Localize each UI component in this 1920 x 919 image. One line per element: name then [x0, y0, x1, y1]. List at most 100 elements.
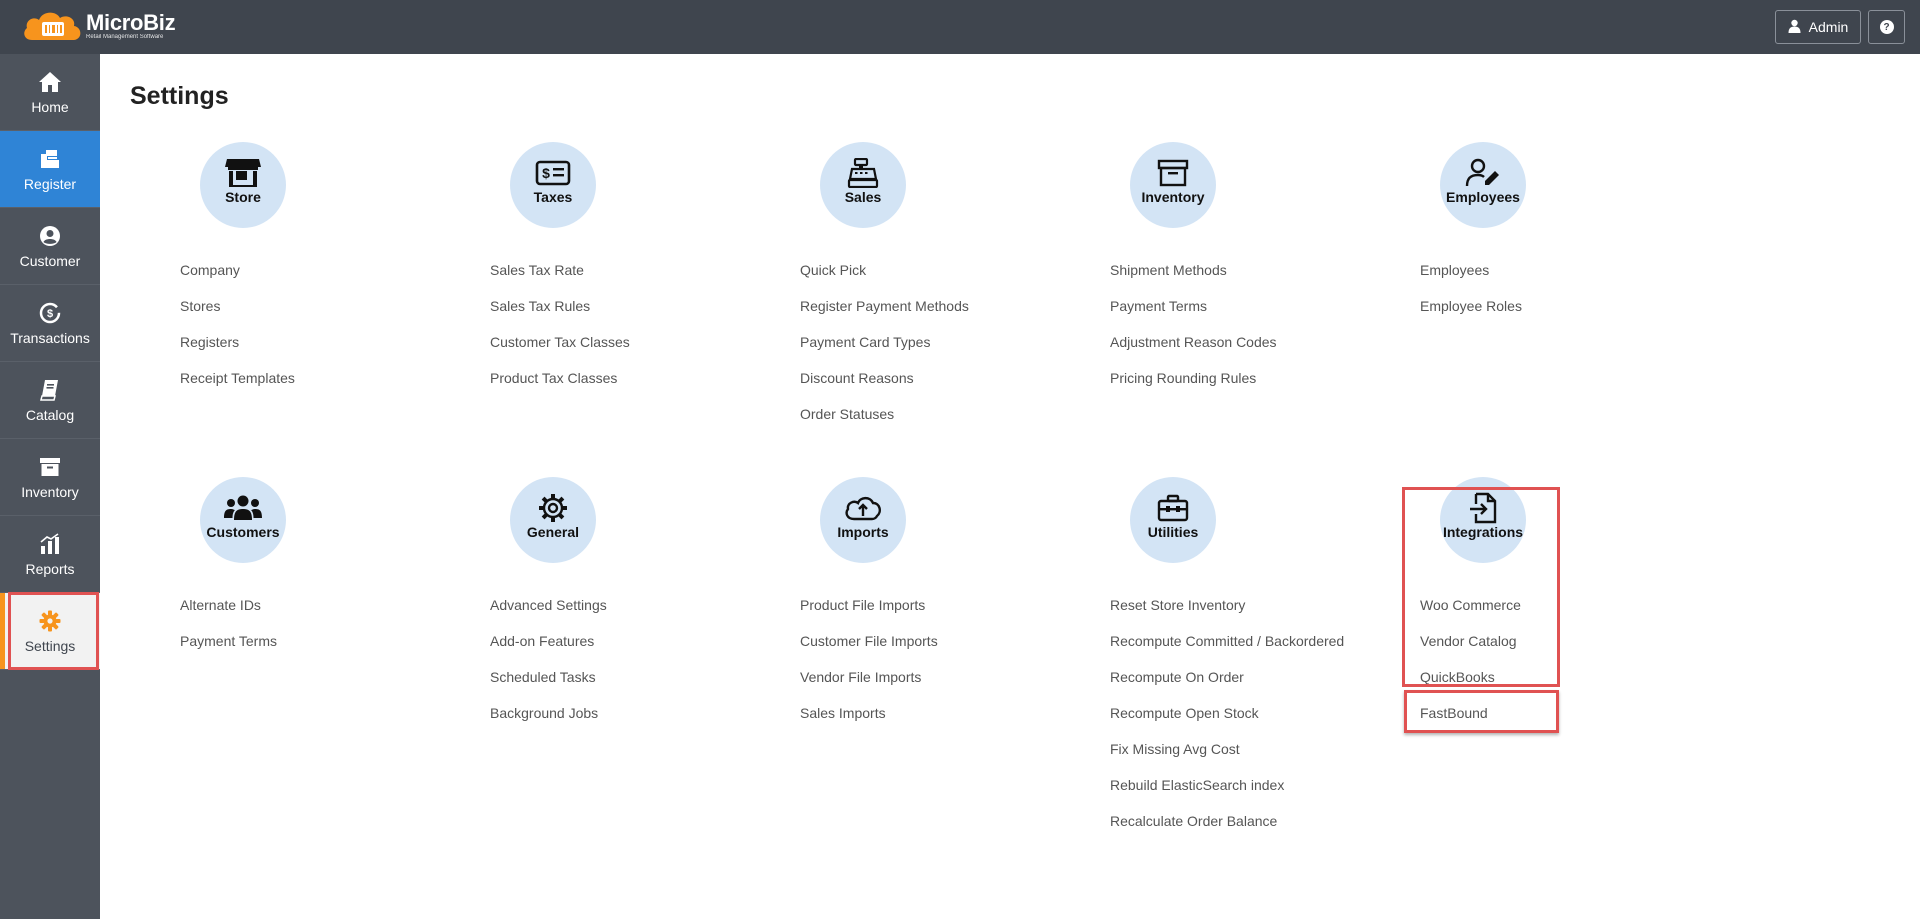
- user-edit-icon: [1463, 158, 1503, 188]
- users-group-icon: [223, 493, 263, 523]
- link-sales-tax-rules[interactable]: Sales Tax Rules: [490, 298, 630, 334]
- sidebar-item-settings[interactable]: Settings: [0, 593, 100, 670]
- link-register-payment-methods[interactable]: Register Payment Methods: [800, 298, 969, 334]
- sidebar-item-label: Catalog: [25, 407, 75, 423]
- link-recompute-open-stock[interactable]: Recompute Open Stock: [1110, 705, 1344, 741]
- taxes-icon: $: [533, 158, 573, 188]
- link-company[interactable]: Company: [180, 262, 295, 298]
- inventory-icon: [37, 454, 63, 480]
- section-links: Employees Employee Roles: [1420, 262, 1522, 334]
- link-employees[interactable]: Employees: [1420, 262, 1522, 298]
- section-links: Alternate IDs Payment Terms: [180, 597, 277, 669]
- section-title: Customers: [206, 524, 280, 540]
- svg-text:$: $: [542, 165, 550, 181]
- link-vendor-file-imports[interactable]: Vendor File Imports: [800, 669, 938, 705]
- link-payment-terms[interactable]: Payment Terms: [1110, 298, 1277, 334]
- employees-section-button[interactable]: Employees: [1440, 142, 1526, 228]
- transactions-icon: $: [37, 300, 63, 326]
- taxes-section-button[interactable]: $ Taxes: [510, 142, 596, 228]
- sidebar-item-label: Settings: [24, 638, 76, 654]
- link-employee-roles[interactable]: Employee Roles: [1420, 298, 1522, 334]
- microbiz-logo[interactable]: MicroBiz Retail Management Software: [22, 8, 176, 42]
- link-shipment-methods[interactable]: Shipment Methods: [1110, 262, 1277, 298]
- link-adjustment-reason-codes[interactable]: Adjustment Reason Codes: [1110, 334, 1277, 370]
- sidebar-item-catalog[interactable]: Catalog: [0, 362, 100, 439]
- general-section-button[interactable]: General: [510, 477, 596, 563]
- link-product-tax-classes[interactable]: Product Tax Classes: [490, 370, 630, 406]
- sidebar-item-label: Inventory: [21, 484, 79, 500]
- link-discount-reasons[interactable]: Discount Reasons: [800, 370, 969, 406]
- imports-section-button[interactable]: Imports: [820, 477, 906, 563]
- archive-box-icon: [1153, 158, 1193, 188]
- link-payment-card-types[interactable]: Payment Card Types: [800, 334, 969, 370]
- cloud-logo-icon: [22, 8, 84, 42]
- section-title: Inventory: [1141, 189, 1205, 205]
- link-sales-tax-rate[interactable]: Sales Tax Rate: [490, 262, 630, 298]
- link-pricing-rounding-rules[interactable]: Pricing Rounding Rules: [1110, 370, 1277, 406]
- link-quick-pick[interactable]: Quick Pick: [800, 262, 969, 298]
- utilities-section-button[interactable]: Utilities: [1130, 477, 1216, 563]
- question-circle-icon: ?: [1879, 20, 1894, 34]
- app-name: MicroBiz: [86, 10, 176, 35]
- sidebar-item-customer[interactable]: Customer: [0, 208, 100, 285]
- section-links: Woo Commerce Vendor Catalog QuickBooks F…: [1420, 597, 1521, 741]
- link-sales-imports[interactable]: Sales Imports: [800, 705, 938, 741]
- link-registers[interactable]: Registers: [180, 334, 295, 370]
- active-indicator: [0, 593, 5, 669]
- link-receipt-templates[interactable]: Receipt Templates: [180, 370, 295, 406]
- link-add-on-features[interactable]: Add-on Features: [490, 633, 607, 669]
- section-title: Sales: [844, 189, 882, 205]
- link-advanced-settings[interactable]: Advanced Settings: [490, 597, 607, 633]
- section-title: Employees: [1446, 189, 1520, 205]
- link-customer-tax-classes[interactable]: Customer Tax Classes: [490, 334, 630, 370]
- link-payment-terms[interactable]: Payment Terms: [180, 633, 277, 669]
- section-links: Shipment Methods Payment Terms Adjustmen…: [1110, 262, 1277, 406]
- link-woo-commerce[interactable]: Woo Commerce: [1420, 597, 1521, 633]
- link-background-jobs[interactable]: Background Jobs: [490, 705, 607, 741]
- integrations-section-button[interactable]: Integrations: [1440, 477, 1526, 563]
- sidebar-item-register[interactable]: Register: [0, 131, 100, 208]
- link-quickbooks[interactable]: QuickBooks: [1420, 669, 1521, 705]
- link-vendor-catalog[interactable]: Vendor Catalog: [1420, 633, 1521, 669]
- sidebar-item-inventory[interactable]: Inventory: [0, 439, 100, 516]
- toolbox-icon: [1153, 493, 1193, 523]
- register-icon: [37, 146, 63, 172]
- sidebar-item-label: Customer: [19, 253, 81, 269]
- sidebar-item-home[interactable]: Home: [0, 54, 100, 131]
- sidebar-item-transactions[interactable]: $ Transactions: [0, 285, 100, 362]
- link-alternate-ids[interactable]: Alternate IDs: [180, 597, 277, 633]
- user-icon: [1788, 19, 1801, 36]
- link-fix-missing-avg-cost[interactable]: Fix Missing Avg Cost: [1110, 741, 1344, 777]
- store-section-button[interactable]: Store: [200, 142, 286, 228]
- section-links: Product File Imports Customer File Impor…: [800, 597, 938, 741]
- link-order-statuses[interactable]: Order Statuses: [800, 406, 969, 442]
- svg-text:$: $: [47, 308, 53, 320]
- link-fastbound[interactable]: FastBound: [1420, 705, 1521, 741]
- link-recompute-on-order[interactable]: Recompute On Order: [1110, 669, 1344, 705]
- link-product-file-imports[interactable]: Product File Imports: [800, 597, 938, 633]
- sidebar-item-label: Reports: [25, 561, 75, 577]
- link-rebuild-elasticsearch-index[interactable]: Rebuild ElasticSearch index: [1110, 777, 1344, 813]
- sidebar-item-label: Transactions: [10, 330, 90, 346]
- customers-section-button[interactable]: Customers: [200, 477, 286, 563]
- section-title: General: [526, 524, 580, 540]
- reports-icon: [37, 531, 63, 557]
- help-button[interactable]: ?: [1868, 10, 1905, 44]
- link-scheduled-tasks[interactable]: Scheduled Tasks: [490, 669, 607, 705]
- sidebar-item-reports[interactable]: Reports: [0, 516, 100, 593]
- sidebar-item-label: Register: [23, 176, 77, 192]
- catalog-icon: [37, 377, 63, 403]
- sidebar: Home Register Customer $ Transactions Ca…: [0, 54, 100, 919]
- link-recompute-committed-backordered[interactable]: Recompute Committed / Backordered: [1110, 633, 1344, 669]
- link-recalculate-order-balance[interactable]: Recalculate Order Balance: [1110, 813, 1344, 849]
- section-links: Advanced Settings Add-on Features Schedu…: [490, 597, 607, 741]
- link-stores[interactable]: Stores: [180, 298, 295, 334]
- link-customer-file-imports[interactable]: Customer File Imports: [800, 633, 938, 669]
- file-import-icon: [1463, 492, 1503, 524]
- admin-user-button[interactable]: Admin: [1775, 10, 1861, 44]
- section-links: Quick Pick Register Payment Methods Paym…: [800, 262, 969, 442]
- link-reset-store-inventory[interactable]: Reset Store Inventory: [1110, 597, 1344, 633]
- inventory-section-button[interactable]: Inventory: [1130, 142, 1216, 228]
- section-title: Taxes: [533, 189, 573, 205]
- sales-section-button[interactable]: Sales: [820, 142, 906, 228]
